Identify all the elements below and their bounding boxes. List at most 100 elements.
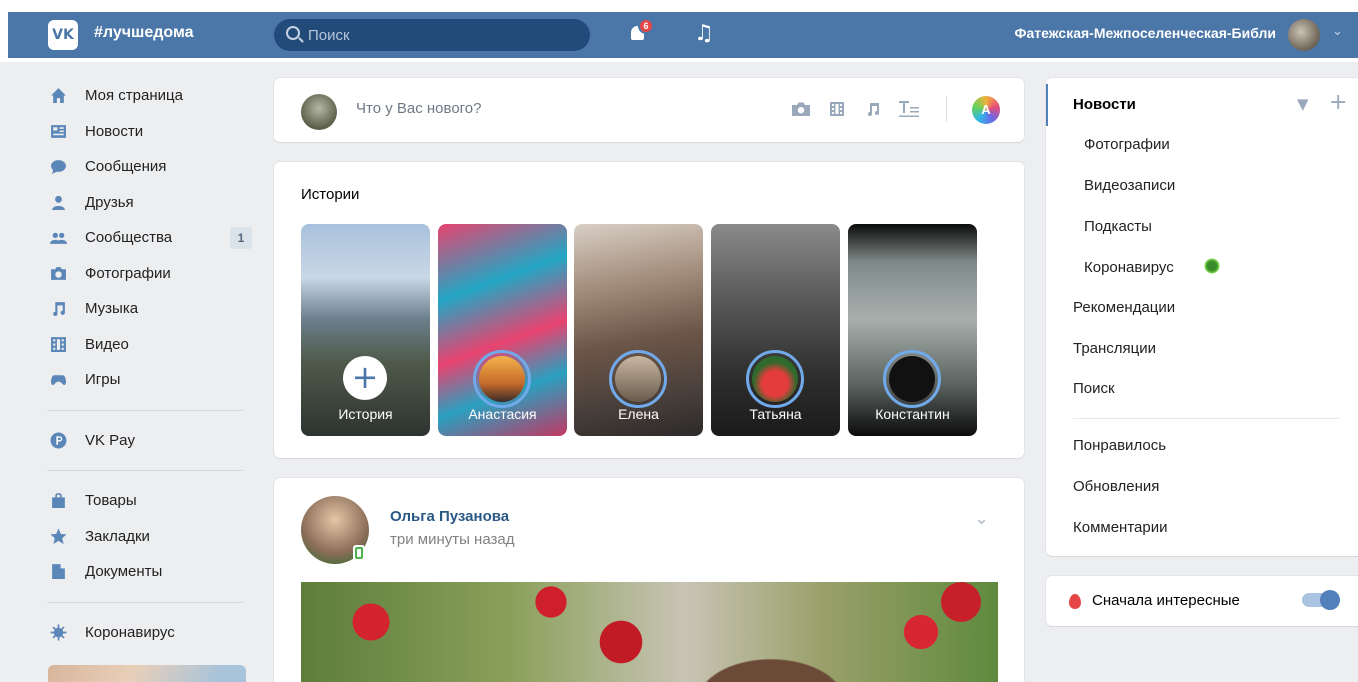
story-card[interactable]: Константин xyxy=(848,224,977,436)
menu-item-coronavirus[interactable]: Коронавирус xyxy=(1084,259,1174,276)
story-avatar xyxy=(609,350,667,408)
search-input[interactable] xyxy=(308,19,578,51)
story-label: История xyxy=(338,406,393,422)
interesting-first-label: Сначала интересные xyxy=(1092,592,1240,609)
menu-item-broadcasts[interactable]: Трансляции xyxy=(1073,340,1156,357)
sidebar-item-photos[interactable]: Фотографии xyxy=(40,256,256,292)
camera-icon[interactable] xyxy=(790,98,812,120)
menu-item-comments[interactable]: Комментарии xyxy=(1073,519,1167,536)
sidebar-item-video[interactable]: Видео xyxy=(40,327,256,363)
divider xyxy=(946,96,947,122)
sidebar-item-coronavirus[interactable]: Коронавирус xyxy=(40,615,256,651)
post-time[interactable]: три минуты назад xyxy=(390,531,514,548)
sidebar-item-label: Новости xyxy=(85,122,144,140)
story-avatar xyxy=(883,350,941,408)
story-avatar xyxy=(746,350,804,408)
left-sidebar: Моя страница Новости Сообщения Друзья Со… xyxy=(40,78,256,650)
sidebar-item-music[interactable]: Музыка xyxy=(40,291,256,327)
sidebar-item-my-page[interactable]: Моя страница xyxy=(40,78,256,114)
news-filter-menu: Новости Фотографии Видеозаписи Подкасты … xyxy=(1046,78,1358,556)
text-icon[interactable] xyxy=(898,98,920,120)
post-composer: Что у Вас нового? A xyxy=(274,78,1024,142)
post-author[interactable]: Ольга Пузанова xyxy=(390,508,509,525)
story-label: Татьяна xyxy=(749,406,802,422)
menu-item-news[interactable]: Новости xyxy=(1073,96,1136,113)
sidebar-item-documents[interactable]: Документы xyxy=(40,554,256,590)
filter-icon[interactable]: ▼ xyxy=(1297,95,1309,113)
menu-item-podcasts[interactable]: Подкасты xyxy=(1084,218,1152,235)
notifications-button[interactable]: 6 xyxy=(628,18,654,44)
post-image[interactable] xyxy=(301,582,998,682)
bag-icon xyxy=(48,491,68,511)
menu-divider xyxy=(1073,418,1339,419)
story-label: Елена xyxy=(618,406,659,422)
news-icon xyxy=(48,121,68,141)
sidebar-item-messages[interactable]: Сообщения xyxy=(40,149,256,185)
chevron-down-icon[interactable]: ⌄ xyxy=(1332,24,1343,39)
story-card[interactable]: Татьяна xyxy=(711,224,840,436)
stories-block: Истории + История Анастасия Елена Татьян… xyxy=(274,162,1024,458)
sidebar-item-friends[interactable]: Друзья xyxy=(40,185,256,221)
sidebar-item-label: VK Pay xyxy=(85,431,136,449)
sidebar-item-label: Фотографии xyxy=(85,264,171,282)
story-card[interactable]: Анастасия xyxy=(438,224,567,436)
sidebar-promo-image[interactable] xyxy=(48,665,246,682)
user-name[interactable]: Фатежская-Межпоселенческая-Библи xyxy=(954,25,1277,41)
document-icon xyxy=(48,562,68,582)
stories-title: Истории xyxy=(301,186,360,203)
search-box[interactable] xyxy=(274,19,590,51)
sidebar-item-label: Друзья xyxy=(85,193,134,211)
feed-post: Ольга Пузанова три минуты назад ⌄ xyxy=(274,478,1024,682)
chevron-down-icon[interactable]: ⌄ xyxy=(974,508,989,529)
sidebar-item-label: Сообщения xyxy=(85,158,167,176)
menu-item-updates[interactable]: Обновления xyxy=(1073,478,1159,495)
music-player-icon[interactable]: ♫ xyxy=(694,21,714,46)
story-card-add[interactable]: + История xyxy=(301,224,430,436)
sidebar-item-label: Видео xyxy=(85,335,129,353)
user-avatar[interactable] xyxy=(1288,19,1320,51)
sidebar-item-label: Документы xyxy=(85,563,163,581)
video-icon xyxy=(48,334,68,354)
menu-item-liked[interactable]: Понравилось xyxy=(1073,437,1166,454)
camera-icon xyxy=(48,263,68,283)
story-card[interactable]: Елена xyxy=(574,224,703,436)
sidebar-item-label: Коронавирус xyxy=(85,623,175,641)
app-a-icon[interactable]: A xyxy=(972,96,1000,124)
coronavirus-icon xyxy=(1204,258,1220,274)
story-label: Константин xyxy=(875,406,950,422)
friends-icon xyxy=(48,192,68,212)
notifications-badge: 6 xyxy=(638,18,654,34)
sidebar-item-vkpay[interactable]: VK Pay xyxy=(40,423,256,459)
music-icon[interactable] xyxy=(862,98,884,120)
sidebar-divider xyxy=(47,470,243,471)
interesting-first-toggle[interactable] xyxy=(1302,590,1340,610)
film-icon[interactable] xyxy=(826,98,848,120)
menu-item-recommendations[interactable]: Рекомендации xyxy=(1073,299,1175,316)
search-icon xyxy=(286,26,300,40)
sidebar-item-bookmarks[interactable]: Закладки xyxy=(40,519,256,555)
plus-icon[interactable]: + xyxy=(1329,90,1347,115)
avatar[interactable] xyxy=(301,94,337,130)
toggle-knob[interactable] xyxy=(1320,590,1340,610)
sidebar-item-communities[interactable]: Сообщества 1 xyxy=(40,220,256,256)
add-story-icon[interactable]: + xyxy=(343,356,387,400)
virus-icon xyxy=(48,622,68,642)
sidebar-item-games[interactable]: Игры xyxy=(40,362,256,398)
sidebar-item-label: Закладки xyxy=(85,527,150,545)
communities-badge: 1 xyxy=(230,227,252,249)
header-hashtag[interactable]: #лучшедома xyxy=(94,24,194,42)
vkpay-icon xyxy=(48,430,68,450)
sidebar-item-label: Моя страница xyxy=(85,87,183,105)
story-avatar xyxy=(473,350,531,408)
fire-icon xyxy=(1068,592,1082,610)
top-header: VK #лучшедома 6 ♫ Фатежская-Межпоселенче… xyxy=(0,0,1358,62)
menu-item-photos[interactable]: Фотографии xyxy=(1084,136,1170,153)
sidebar-item-news[interactable]: Новости xyxy=(40,114,256,150)
vk-logo[interactable]: VK xyxy=(48,20,78,50)
sidebar-divider xyxy=(47,409,243,411)
menu-item-videos[interactable]: Видеозаписи xyxy=(1084,177,1175,194)
sidebar-item-goods[interactable]: Товары xyxy=(40,483,256,519)
composer-input[interactable]: Что у Вас нового? xyxy=(356,100,482,117)
menu-item-search[interactable]: Поиск xyxy=(1073,380,1115,397)
online-mobile-icon xyxy=(353,545,365,561)
